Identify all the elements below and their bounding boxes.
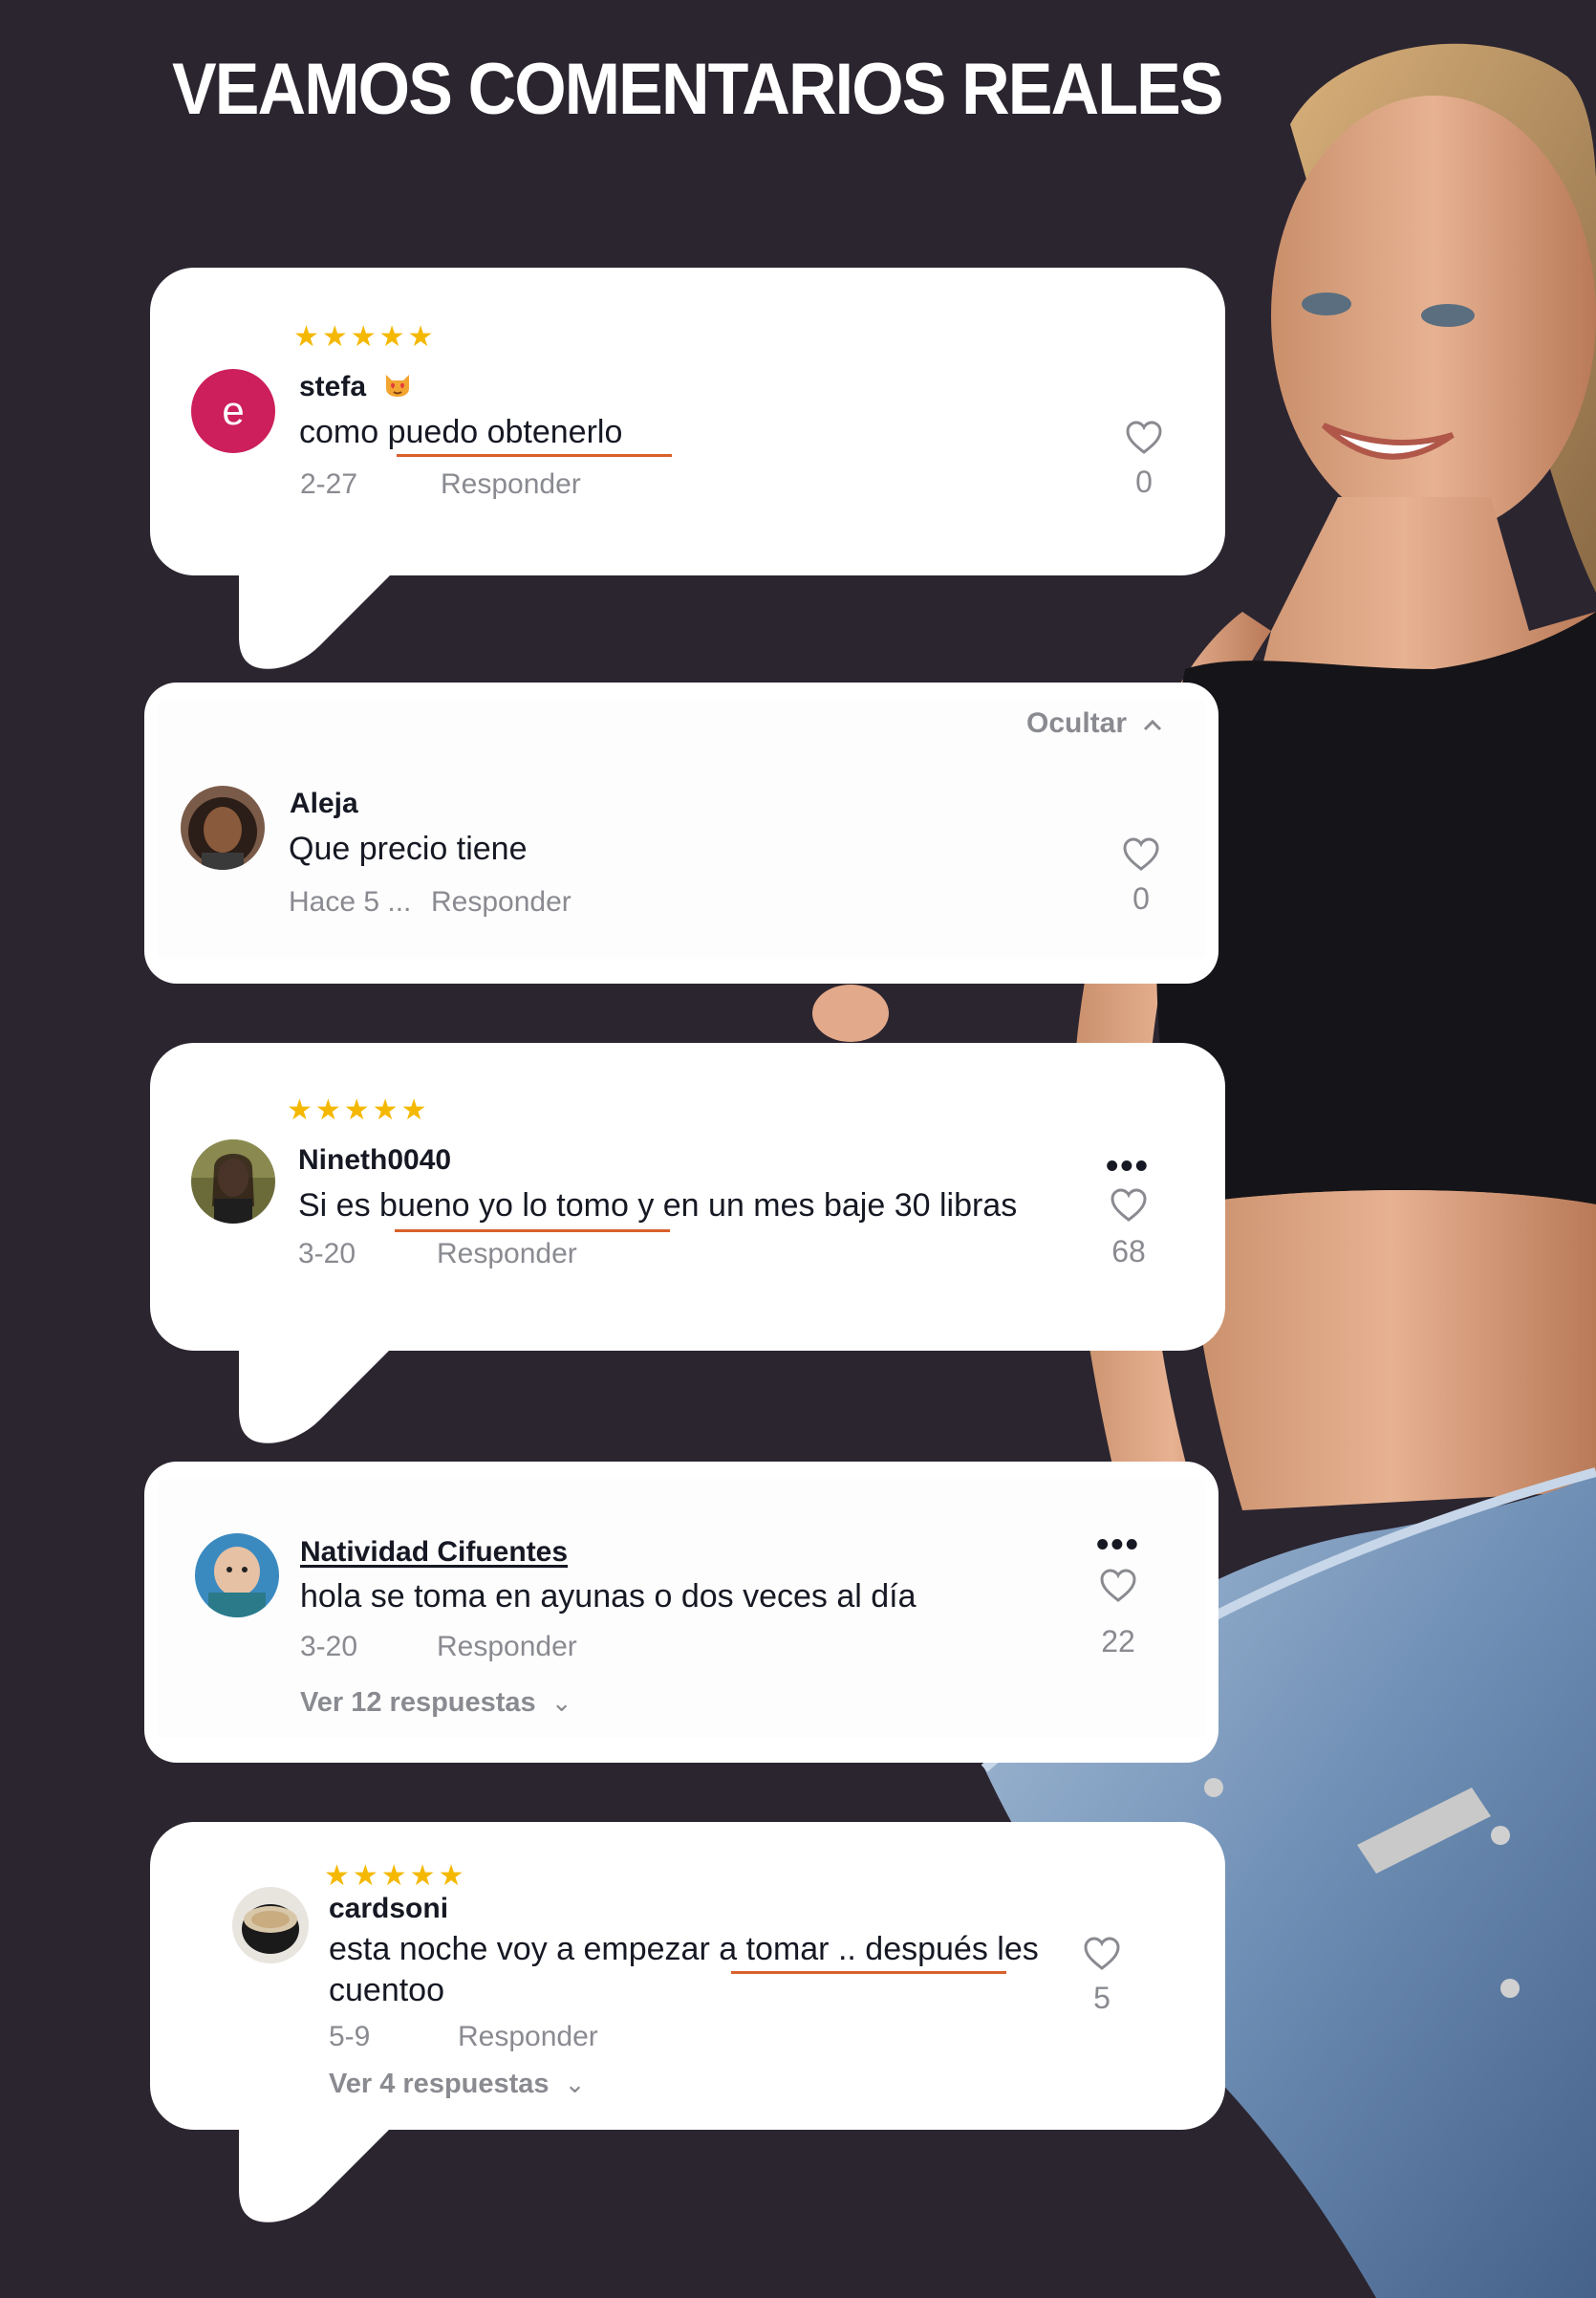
heart-icon[interactable] bbox=[1110, 1186, 1148, 1225]
comment-date: 2-27 bbox=[300, 468, 358, 500]
avatar[interactable] bbox=[232, 1887, 309, 1963]
avatar[interactable] bbox=[191, 1139, 275, 1224]
avatar[interactable] bbox=[181, 786, 265, 870]
hide-replies-button[interactable]: Ocultar bbox=[1026, 707, 1163, 740]
view-replies-button[interactable]: Ver 12 respuestas ⌄ bbox=[300, 1687, 572, 1719]
comment-date: 3-20 bbox=[298, 1238, 356, 1269]
comment-date: Hace 5 ... bbox=[289, 886, 412, 918]
username-text[interactable]: stefa bbox=[299, 371, 366, 402]
comment-date: 5-9 bbox=[329, 2021, 371, 2052]
username[interactable]: stefa bbox=[299, 371, 412, 405]
speech-bubble-tail bbox=[239, 2122, 397, 2222]
reply-button[interactable]: Responder bbox=[441, 468, 581, 501]
comment-text: como puedo obtenerlo bbox=[299, 414, 623, 450]
page-title: VEAMOS COMENTARIOS REALES bbox=[172, 49, 1224, 130]
comment-text: hola se toma en ayunas o dos veces al dí… bbox=[300, 1578, 917, 1615]
comment-card: ★★★★★ e stefa como puedo obtenerlo 2-27 … bbox=[150, 268, 1225, 575]
comment-card: ★★★★★ Nineth0040 Si es bueno yo lo tomo … bbox=[150, 1043, 1225, 1351]
underline-accent bbox=[731, 1971, 1006, 1974]
heart-icon[interactable] bbox=[1099, 1567, 1137, 1605]
chevron-down-icon: ⌄ bbox=[564, 2070, 586, 2098]
comment-date: 3-20 bbox=[300, 1631, 358, 1662]
heart-icon[interactable] bbox=[1122, 835, 1160, 874]
like-count: 0 bbox=[1132, 881, 1150, 916]
underline-accent bbox=[397, 454, 672, 457]
more-options-button[interactable]: ••• bbox=[1096, 1527, 1140, 1563]
username[interactable]: cardsoni bbox=[329, 1893, 448, 1925]
comment-card: ★★★★★ cardsoni esta noche voy a empezar … bbox=[150, 1822, 1225, 2130]
reply-button[interactable]: Responder bbox=[437, 1238, 577, 1270]
username[interactable]: Nineth0040 bbox=[298, 1144, 451, 1177]
comment-text-line-2: cuentoo bbox=[329, 1972, 444, 2008]
comment-card: Natividad Cifuentes hola se toma en ayun… bbox=[144, 1462, 1219, 1763]
like-count: 68 bbox=[1111, 1234, 1146, 1268]
comment-text: Si es bueno yo lo tomo y en un mes baje … bbox=[298, 1187, 1018, 1224]
like-count: 5 bbox=[1093, 1981, 1111, 2015]
reply-button[interactable]: Responder bbox=[431, 886, 572, 919]
avatar[interactable]: e bbox=[191, 369, 275, 453]
reply-button[interactable]: Responder bbox=[458, 2021, 598, 2053]
view-replies-label[interactable]: Ver 4 respuestas bbox=[329, 2069, 550, 2099]
chevron-down-icon: ⌄ bbox=[550, 1688, 572, 1717]
comment-text-line-1: esta noche voy a empezar a tomar .. desp… bbox=[329, 1931, 1039, 1967]
username[interactable]: Natividad Cifuentes bbox=[300, 1536, 568, 1569]
more-options-button[interactable]: ••• bbox=[1106, 1148, 1150, 1184]
avatar[interactable] bbox=[195, 1533, 279, 1617]
heart-icon[interactable] bbox=[1125, 419, 1163, 457]
cat-heart-eyes-icon bbox=[383, 371, 412, 405]
rating-stars: ★★★★★ bbox=[324, 1860, 467, 1892]
like-count: 22 bbox=[1101, 1624, 1135, 1658]
comment-card: Ocultar Aleja Que precio tiene Hace 5 ..… bbox=[144, 683, 1219, 984]
username[interactable]: Aleja bbox=[290, 788, 358, 820]
chevron-up-icon bbox=[1142, 707, 1163, 740]
heart-icon[interactable] bbox=[1083, 1935, 1121, 1973]
like-count: 0 bbox=[1135, 465, 1153, 499]
speech-bubble-tail bbox=[239, 1343, 397, 1443]
view-replies-label[interactable]: Ver 12 respuestas bbox=[300, 1687, 536, 1718]
speech-bubble-tail bbox=[239, 569, 397, 669]
underline-accent bbox=[395, 1229, 670, 1232]
rating-stars: ★★★★★ bbox=[293, 321, 437, 353]
reply-button[interactable]: Responder bbox=[437, 1631, 577, 1663]
hide-label[interactable]: Ocultar bbox=[1026, 707, 1127, 739]
rating-stars: ★★★★★ bbox=[287, 1095, 430, 1126]
view-replies-button[interactable]: Ver 4 respuestas ⌄ bbox=[329, 2069, 585, 2100]
comment-text: Que precio tiene bbox=[289, 831, 528, 867]
